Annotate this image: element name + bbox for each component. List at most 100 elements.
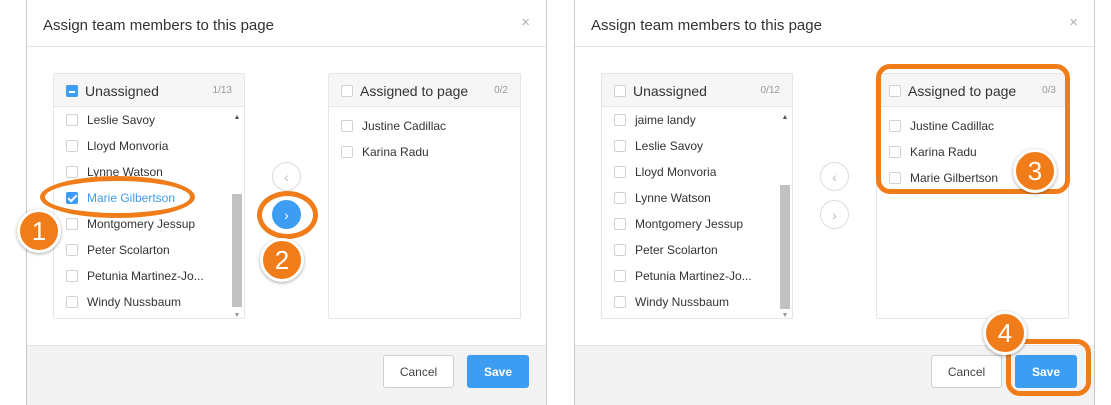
list-item[interactable]: Peter Scolarton — [602, 238, 792, 264]
cancel-button[interactable]: Cancel — [931, 355, 1002, 388]
dialog-title: Assign team members to this page — [43, 17, 274, 34]
scrollbar[interactable]: ▲ ▼ — [780, 114, 790, 319]
item-checkbox[interactable] — [341, 146, 353, 158]
item-checkbox[interactable] — [66, 244, 78, 256]
unassigned-panel-title: Unassigned — [85, 83, 159, 99]
list-item[interactable]: Justine Cadillac — [329, 114, 520, 140]
scroll-down-icon[interactable]: ▼ — [232, 312, 242, 319]
assigned-panel-title: Assigned to page — [908, 83, 1017, 99]
item-checkbox[interactable] — [614, 244, 626, 256]
item-label: Lloyd Monvoria — [87, 139, 169, 153]
item-label: jaime landy — [635, 113, 696, 127]
select-all-assigned-checkbox[interactable] — [341, 85, 353, 97]
step-badge-1: 1 — [17, 209, 61, 253]
item-label: Justine Cadillac — [362, 119, 447, 133]
list-item[interactable]: Lynne Watson — [602, 186, 792, 212]
dialog-title: Assign team members to this page — [591, 17, 822, 34]
assigned-count: 0/3 — [1042, 85, 1056, 96]
item-checkbox[interactable] — [341, 120, 353, 132]
step-badge-3: 3 — [1013, 149, 1057, 193]
item-label: Marie Gilbertson — [910, 171, 999, 185]
item-checkbox[interactable] — [66, 166, 78, 178]
dialog-body: Unassigned 0/12 jaime landy Leslie Savoy… — [575, 47, 1094, 345]
close-icon[interactable]: × — [521, 14, 530, 31]
item-checkbox[interactable] — [614, 140, 626, 152]
list-item[interactable]: Leslie Savoy — [602, 134, 792, 160]
item-checkbox[interactable] — [66, 270, 78, 282]
item-checkbox[interactable] — [614, 296, 626, 308]
list-item[interactable]: jaime landy — [602, 108, 792, 134]
scrollbar-thumb[interactable] — [780, 185, 790, 309]
unassigned-panel-title: Unassigned — [633, 83, 707, 99]
move-left-button[interactable]: ‹ — [820, 162, 849, 191]
unassigned-panel: Unassigned 0/12 jaime landy Leslie Savoy… — [601, 73, 793, 319]
assigned-panel-header: Assigned to page 0/2 — [329, 74, 520, 107]
list-item[interactable]: Petunia Martinez-Jo... — [602, 264, 792, 290]
item-label: Lynne Watson — [635, 191, 711, 205]
cancel-button[interactable]: Cancel — [383, 355, 454, 388]
assigned-panel: Assigned to page 0/3 Justine Cadillac Ka… — [876, 73, 1069, 319]
assign-dialog-before: Assign team members to this page × Unass… — [26, 0, 547, 405]
item-checkbox[interactable] — [614, 166, 626, 178]
item-label: Marie Gilbertson — [87, 191, 176, 205]
item-checkbox[interactable] — [66, 114, 78, 126]
item-label: Justine Cadillac — [910, 119, 995, 133]
item-label: Petunia Martinez-Jo... — [87, 269, 204, 283]
select-all-unassigned-checkbox[interactable] — [614, 85, 626, 97]
item-checkbox[interactable] — [614, 270, 626, 282]
item-checkbox[interactable] — [614, 192, 626, 204]
move-right-button[interactable]: › — [272, 200, 301, 229]
unassigned-panel: Unassigned 1/13 Leslie Savoy Lloyd Monvo… — [53, 73, 245, 319]
item-label: Petunia Martinez-Jo... — [635, 269, 752, 283]
select-all-assigned-checkbox[interactable] — [889, 85, 901, 97]
move-left-button[interactable]: ‹ — [272, 162, 301, 191]
item-label: Karina Radu — [362, 145, 429, 159]
scrollbar-thumb[interactable] — [232, 194, 242, 307]
item-label: Windy Nussbaum — [635, 295, 730, 309]
scroll-up-icon[interactable]: ▲ — [780, 114, 790, 121]
list-item[interactable]: Petunia Martinez-Jo... — [54, 264, 244, 290]
list-item[interactable]: Lloyd Monvoria — [602, 160, 792, 186]
assigned-panel-title: Assigned to page — [360, 83, 469, 99]
assigned-panel-header: Assigned to page 0/3 — [877, 74, 1068, 107]
list-item-selected[interactable]: Marie Gilbertson — [54, 186, 244, 212]
item-checkbox[interactable] — [66, 140, 78, 152]
scroll-up-icon[interactable]: ▲ — [232, 114, 242, 121]
select-all-unassigned-checkbox[interactable] — [66, 85, 78, 97]
dialog-header: Assign team members to this page × — [27, 0, 546, 47]
unassigned-count: 1/13 — [212, 85, 232, 96]
close-icon[interactable]: × — [1069, 14, 1078, 31]
item-checkbox[interactable] — [66, 218, 78, 230]
list-item[interactable]: Justine Cadillac — [877, 114, 1068, 140]
item-checkbox[interactable] — [614, 218, 626, 230]
list-item[interactable]: Leslie Savoy — [54, 108, 244, 134]
item-checkbox[interactable] — [889, 172, 901, 184]
step-badge-2: 2 — [260, 238, 304, 282]
move-right-button[interactable]: › — [820, 200, 849, 229]
list-item[interactable]: Montgomery Jessup — [602, 212, 792, 238]
list-item[interactable]: Karina Radu — [329, 140, 520, 166]
list-item[interactable]: Lloyd Monvoria — [54, 134, 244, 160]
list-item[interactable]: Peter Scolarton — [54, 238, 244, 264]
unassigned-panel-header: Unassigned 0/12 — [602, 74, 792, 107]
save-button[interactable]: Save — [1015, 355, 1077, 388]
scroll-down-icon[interactable]: ▼ — [780, 312, 790, 319]
item-checkbox[interactable] — [614, 114, 626, 126]
assigned-count: 0/2 — [494, 85, 508, 96]
item-label: Karina Radu — [910, 145, 977, 159]
list-item[interactable]: Lynne Watson — [54, 160, 244, 186]
scrollbar[interactable]: ▲ ▼ — [232, 114, 242, 319]
item-checkbox[interactable] — [889, 146, 901, 158]
list-item[interactable]: Windy Nussbaum — [54, 290, 244, 316]
item-label: Leslie Savoy — [87, 113, 156, 127]
list-item[interactable]: Montgomery Jessup — [54, 212, 244, 238]
item-label: Lynne Watson — [87, 165, 163, 179]
list-item[interactable]: Windy Nussbaum — [602, 290, 792, 316]
item-checkbox[interactable] — [889, 120, 901, 132]
item-checkbox[interactable] — [66, 296, 78, 308]
item-label: Leslie Savoy — [635, 139, 704, 153]
item-checkbox[interactable] — [66, 192, 78, 204]
unassigned-count: 0/12 — [760, 85, 780, 96]
save-button[interactable]: Save — [467, 355, 529, 388]
dialog-header: Assign team members to this page × — [575, 0, 1094, 47]
